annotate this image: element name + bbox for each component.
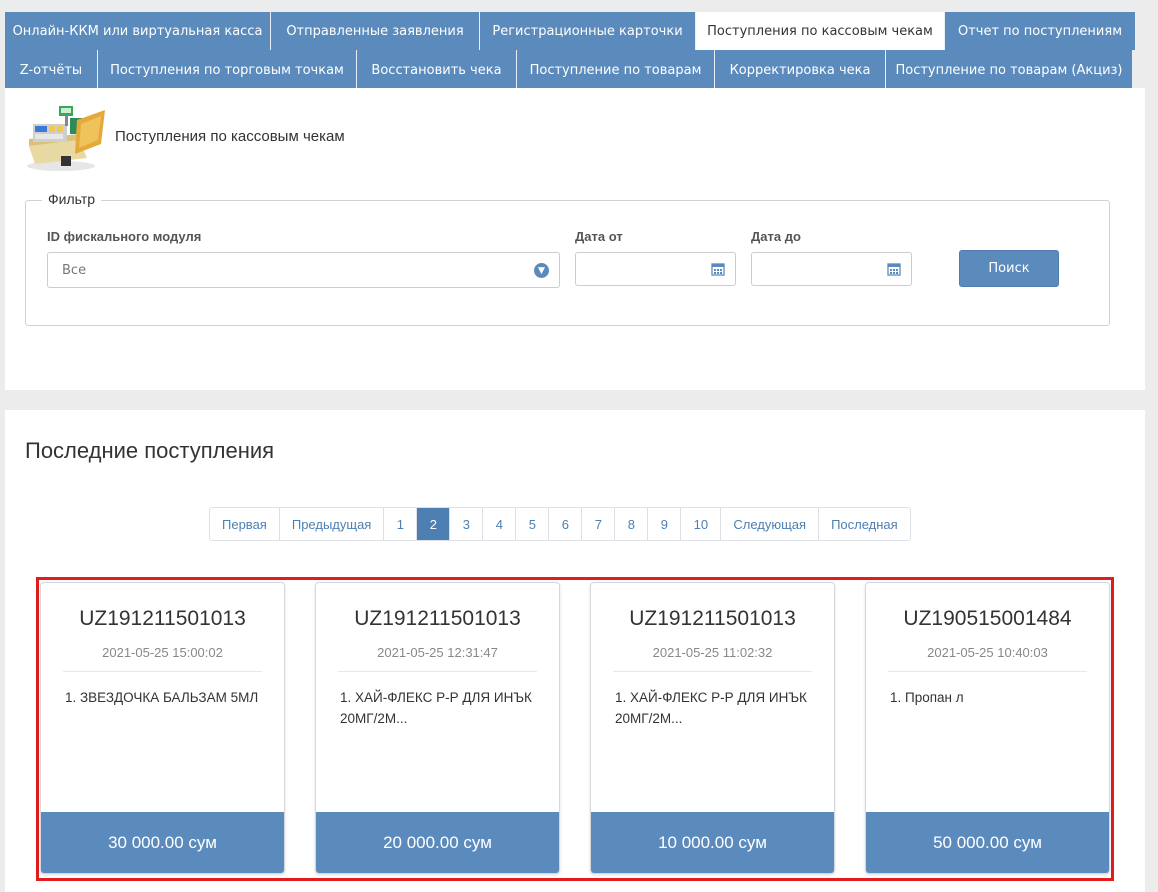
pagination-last[interactable]: Последная — [819, 508, 910, 540]
pagination-page[interactable]: 8 — [615, 508, 649, 540]
filter-fieldset: Фильтр ID фискального модуля Все ▼ Дата … — [25, 191, 1110, 326]
tab-income-report[interactable]: Отчет по поступлениям — [945, 12, 1136, 50]
filter-legend: Фильтр — [42, 191, 102, 207]
receipt-date: 2021-05-25 15:00:02 — [102, 645, 223, 660]
tab-receipts-income[interactable]: Поступления по кассовым чекам — [696, 12, 945, 50]
pagination-page[interactable]: 1 — [384, 508, 418, 540]
pagination-page[interactable]: 9 — [648, 508, 682, 540]
pagination: Первая Предыдущая 1 2 3 4 5 6 7 8 9 10 С… — [209, 507, 911, 541]
tab-online-kkm[interactable]: Онлайн-ККМ или виртуальная касса — [5, 12, 271, 50]
section-title: Последние поступления — [25, 438, 275, 463]
pagination-prev[interactable]: Предыдущая — [280, 508, 385, 540]
receipt-amount: 30 000.00 сум — [41, 812, 284, 873]
tab-receipt-correction[interactable]: Корректировка чека — [715, 50, 886, 90]
tab-registration-cards[interactable]: Регистрационные карточки — [480, 12, 696, 50]
receipt-date: 2021-05-25 10:40:03 — [927, 645, 1048, 660]
date-from-input[interactable] — [575, 252, 736, 286]
receipt-item: 1. ХАЙ-ФЛЕКС Р-Р ДЛЯ ИНЪК 20МГ/2М... — [340, 690, 532, 726]
card-divider — [338, 671, 537, 672]
fiscal-module-id: UZ191211501013 — [79, 607, 246, 630]
page-title: Поступления по кассовым чекам — [115, 128, 345, 145]
pagination-page[interactable]: 7 — [582, 508, 616, 540]
fiscal-module-id: UZ191211501013 — [629, 607, 796, 630]
receipt-date: 2021-05-25 12:31:47 — [377, 645, 498, 660]
tabs-row-2: Z-отчёты Поступления по торговым точкам … — [5, 50, 1133, 90]
receipt-card[interactable]: UZ190515001484 2021-05-25 10:40:03 1. Пр… — [865, 582, 1110, 874]
pagination-next[interactable]: Следующая — [721, 508, 820, 540]
date-to-label: Дата до — [751, 229, 801, 244]
card-divider — [613, 671, 812, 672]
pagination-page-current[interactable]: 2 — [417, 508, 451, 540]
pagination-page[interactable]: 5 — [516, 508, 550, 540]
pagination-page[interactable]: 3 — [450, 508, 484, 540]
receipt-item: 1. ХАЙ-ФЛЕКС Р-Р ДЛЯ ИНЪК 20МГ/2М... — [615, 690, 807, 726]
receipt-card[interactable]: UZ191211501013 2021-05-25 12:31:47 1. ХА… — [315, 582, 560, 874]
fiscal-module-id: UZ190515001484 — [903, 607, 1072, 630]
tab-income-by-goods[interactable]: Поступление по товарам — [517, 50, 715, 90]
pagination-first[interactable]: Первая — [210, 508, 280, 540]
card-divider — [63, 671, 262, 672]
module-id-select[interactable]: Все ▼ — [47, 252, 560, 288]
calendar-icon[interactable] — [711, 262, 725, 276]
receipt-amount: 50 000.00 сум — [866, 812, 1109, 873]
receipt-amount: 10 000.00 сум — [591, 812, 834, 873]
chevron-down-icon: ▼ — [534, 263, 549, 278]
tab-income-by-goods-excise[interactable]: Поступление по товарам (Акциз) — [886, 50, 1133, 90]
fiscal-module-id: UZ191211501013 — [354, 607, 521, 630]
tab-restore-receipt[interactable]: Восстановить чека — [357, 50, 517, 90]
cash-register-icon — [27, 106, 105, 171]
pagination-page[interactable]: 4 — [483, 508, 517, 540]
module-id-label: ID фискального модуля — [47, 229, 202, 244]
receipt-amount: 20 000.00 сум — [316, 812, 559, 873]
tab-income-by-outlets[interactable]: Поступления по торговым точкам — [98, 50, 357, 90]
filter-panel: Поступления по кассовым чекам Фильтр ID … — [5, 88, 1145, 390]
module-id-select-value: Все — [62, 262, 87, 278]
tabs-row-1: Онлайн-ККМ или виртуальная касса Отправл… — [5, 12, 1136, 50]
calendar-icon[interactable] — [887, 262, 901, 276]
receipt-item: 1. Пропан л — [890, 690, 964, 705]
tab-z-reports[interactable]: Z-отчёты — [5, 50, 98, 90]
date-from-label: Дата от — [575, 229, 623, 244]
receipt-date: 2021-05-25 11:02:32 — [652, 645, 773, 660]
receipt-item: 1. ЗВЕЗДОЧКА БАЛЬЗАМ 5МЛ — [65, 690, 259, 705]
pagination-page[interactable]: 6 — [549, 508, 583, 540]
pagination-page[interactable]: 10 — [681, 508, 722, 540]
tab-sent-applications[interactable]: Отправленные заявления — [271, 12, 480, 50]
receipt-card[interactable]: UZ191211501013 2021-05-25 15:00:02 1. ЗВ… — [40, 582, 285, 874]
search-button[interactable]: Поиск — [959, 250, 1059, 287]
recent-income-panel: Последние поступления Первая Предыдущая … — [5, 410, 1145, 892]
receipt-card[interactable]: UZ191211501013 2021-05-25 11:02:32 1. ХА… — [590, 582, 835, 874]
date-to-input[interactable] — [751, 252, 912, 286]
card-divider — [888, 671, 1087, 672]
